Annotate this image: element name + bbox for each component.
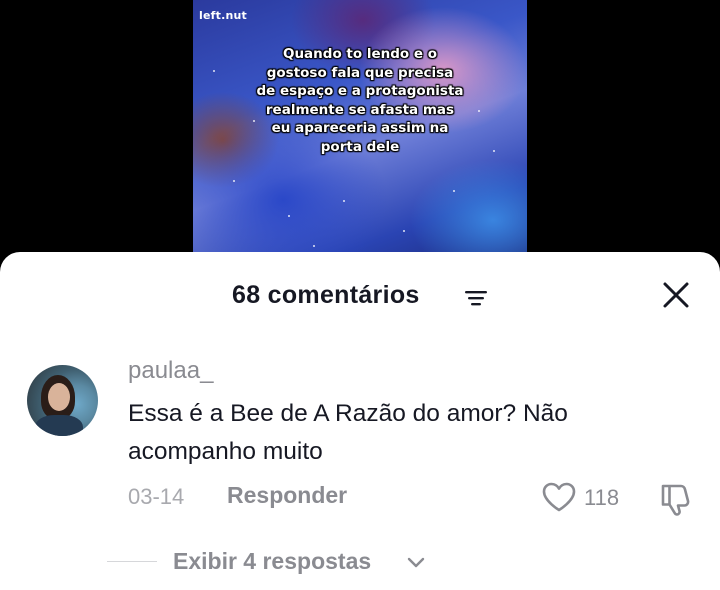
comment-date: 03-14: [128, 484, 185, 509]
video-sparkle: [213, 70, 215, 72]
video-sparkle: [313, 245, 315, 247]
video-caption: Quando to lendo e o gostoso fala que pre…: [256, 46, 464, 155]
dislike-icon[interactable]: [657, 481, 693, 517]
video-sparkle: [288, 215, 290, 217]
video-watermark: left.nut: [199, 9, 247, 22]
avatar-face: [48, 383, 70, 411]
comment-username[interactable]: paulaa_: [128, 357, 213, 385]
heart-icon[interactable]: [541, 481, 577, 513]
replies-divider: [107, 561, 157, 562]
chevron-down-icon[interactable]: [406, 556, 426, 570]
reply-button[interactable]: Responder: [227, 482, 347, 509]
video-area[interactable]: left.nut Quando to lendo e o gostoso fal…: [0, 0, 720, 270]
comments-count-title: 68 comentários: [232, 281, 420, 309]
video-frame[interactable]: left.nut Quando to lendo e o gostoso fal…: [193, 0, 527, 262]
video-sparkle: [453, 190, 455, 192]
comments-sheet: 68 comentários paulaa_ Essa é a Bee de A…: [0, 252, 720, 590]
video-sparkle: [493, 150, 495, 152]
close-icon[interactable]: [660, 279, 692, 311]
video-sparkle: [403, 230, 405, 232]
video-sparkle: [343, 200, 345, 202]
comment-item: paulaa_ Essa é a Bee de A Razão do amor?…: [0, 350, 720, 590]
filter-icon[interactable]: [464, 288, 488, 308]
view-replies-button[interactable]: Exibir 4 respostas: [173, 548, 371, 575]
avatar[interactable]: [27, 365, 98, 436]
comments-header: 68 comentários: [0, 252, 720, 340]
video-sparkle: [233, 180, 235, 182]
like-count: 118: [584, 485, 620, 510]
avatar-shirt: [35, 415, 83, 436]
comment-text: Essa é a Bee de A Razão do amor? Não aco…: [128, 400, 568, 465]
